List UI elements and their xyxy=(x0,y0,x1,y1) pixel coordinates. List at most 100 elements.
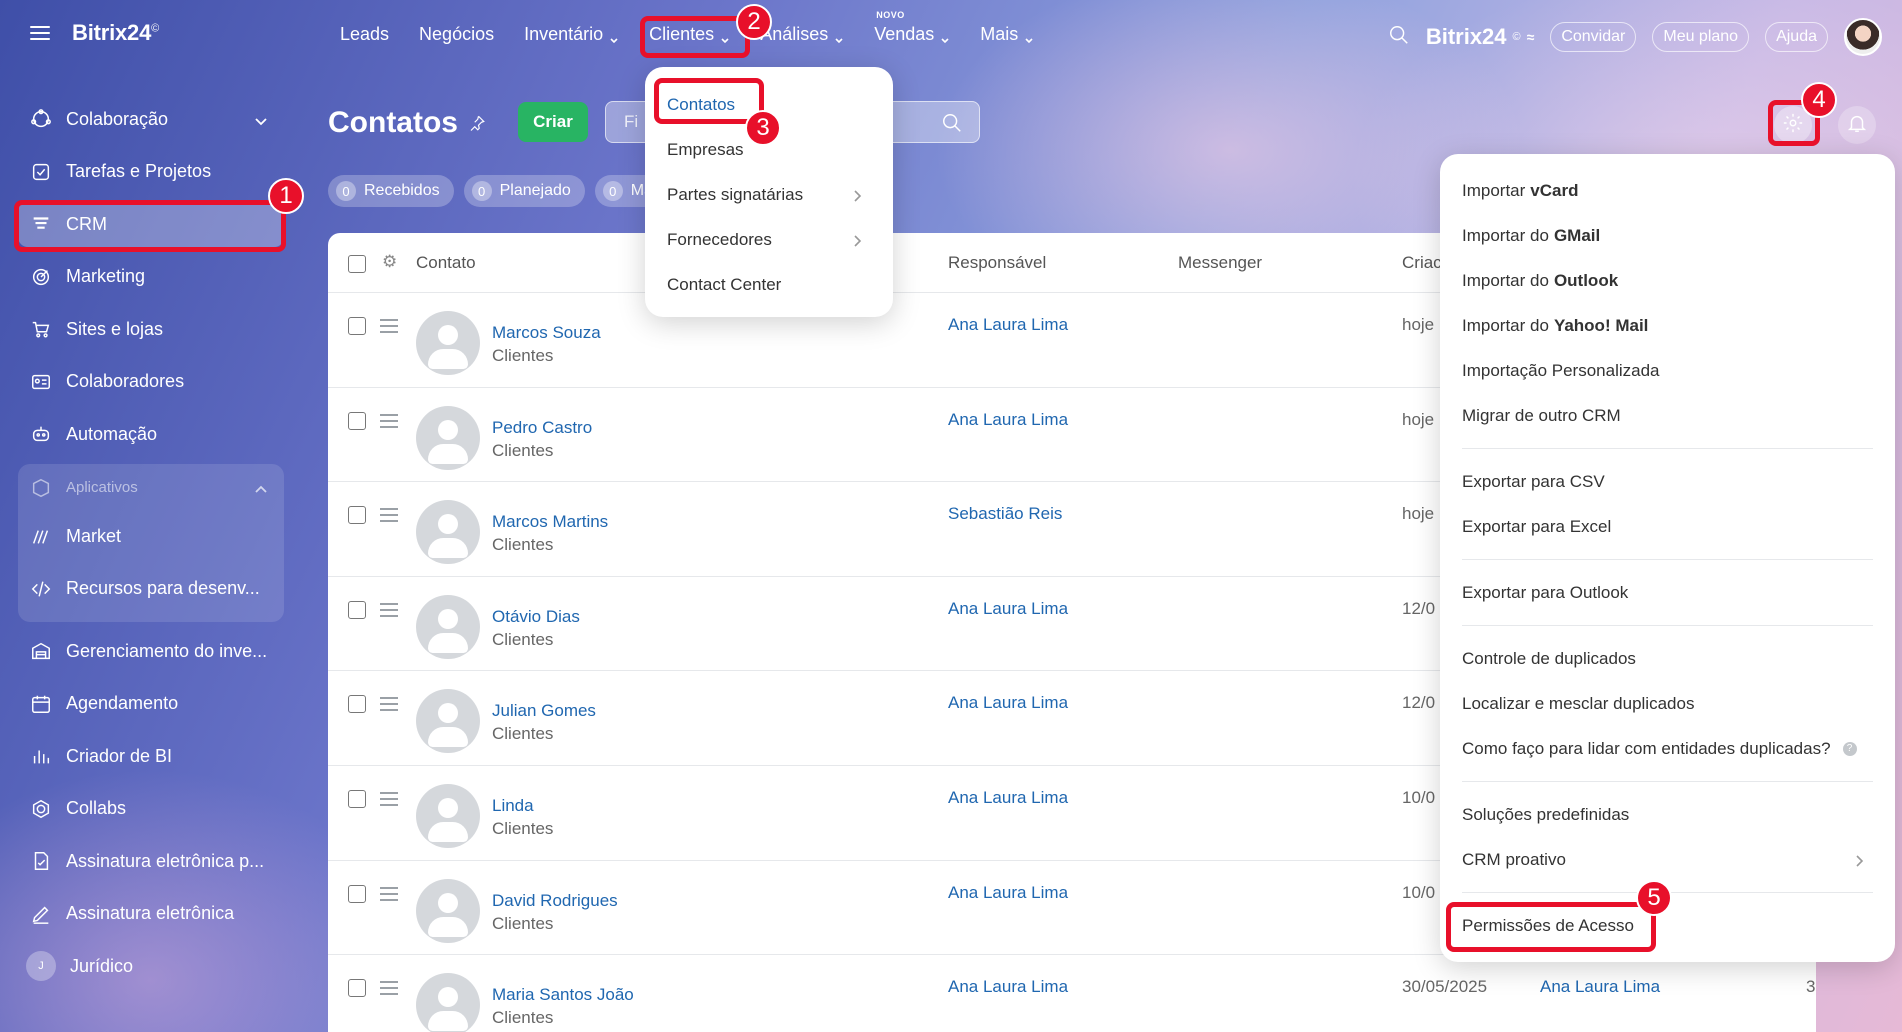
sidebar-item-tarefas[interactable]: Tarefas e Projetos xyxy=(18,149,284,195)
notifications-button[interactable] xyxy=(1838,106,1876,144)
sidebar-item-esign[interactable]: Assinatura eletrônica xyxy=(18,891,284,937)
menu-item-export-csv[interactable]: Exportar para CSV xyxy=(1440,459,1895,504)
row-checkbox[interactable] xyxy=(348,600,366,619)
sidebar-item-agendamento[interactable]: Agendamento xyxy=(18,681,284,727)
help-button[interactable]: Ajuda xyxy=(1765,22,1828,52)
create-button[interactable]: Criar xyxy=(518,102,588,142)
brand-logo-top[interactable]: Bitrix24 © ≈ xyxy=(1426,24,1535,50)
menu-item-import-vcard[interactable]: Importar vCard xyxy=(1440,168,1895,213)
brand-logo[interactable]: Bitrix24© xyxy=(72,20,159,46)
drag-handle-icon[interactable] xyxy=(380,508,398,526)
sidebar-item-collabs[interactable]: Collabs xyxy=(18,786,284,832)
sidebar-item-dev-resources[interactable]: Recursos para desenv... xyxy=(18,566,284,612)
help-icon[interactable]: ? xyxy=(1842,741,1857,756)
menu-item-duplicate-control[interactable]: Controle de duplicados xyxy=(1440,636,1895,681)
menu-item-import-yahoo[interactable]: Importar do Yahoo! Mail xyxy=(1440,303,1895,348)
sidebar-item-colaboradores[interactable]: Colaboradores xyxy=(18,359,284,405)
sidebar-item-bi[interactable]: Criador de BI xyxy=(18,733,284,779)
search-icon[interactable] xyxy=(1388,24,1410,51)
contact-name-link[interactable]: Marcos Souza xyxy=(492,323,601,343)
menu-item-proactive-crm[interactable]: CRM proativo xyxy=(1440,837,1895,882)
row-checkbox[interactable] xyxy=(348,979,366,998)
sidebar-item-automacao[interactable]: Automação xyxy=(18,411,284,457)
tab-vendas[interactable]: NOVO Vendas xyxy=(874,10,950,45)
column-contato[interactable]: Contato xyxy=(416,253,476,273)
drag-handle-icon[interactable] xyxy=(380,413,398,432)
menu-item-export-excel[interactable]: Exportar para Excel xyxy=(1440,504,1895,549)
user-avatar[interactable] xyxy=(1844,18,1882,56)
column-criado[interactable]: Criac xyxy=(1402,253,1442,273)
menu-item-import-outlook[interactable]: Importar do Outlook xyxy=(1440,258,1895,303)
column-responsavel[interactable]: Responsável xyxy=(948,253,1046,273)
contact-name-link[interactable]: Otávio Dias xyxy=(492,607,580,627)
sidebar-apps-header[interactable]: Aplicativos xyxy=(18,468,284,508)
sidebar-item-juridico[interactable]: J Jurídico xyxy=(18,943,284,989)
row-checkbox[interactable] xyxy=(348,695,366,714)
tab-leads[interactable]: Leads xyxy=(340,24,389,45)
menu-item-partes-signatarias[interactable]: Partes signatárias xyxy=(645,172,893,217)
menu-item-find-merge-duplicates[interactable]: Localizar e mesclar duplicados xyxy=(1440,681,1895,726)
responsible-link[interactable]: Ana Laura Lima xyxy=(948,410,1068,430)
sidebar-item-label: Gerenciamento do inve... xyxy=(66,640,268,661)
sidebar-item-marketing[interactable]: Marketing xyxy=(18,254,284,300)
responsible-link[interactable]: Ana Laura Lima xyxy=(948,788,1068,808)
contact-name-link[interactable]: Marcos Martins xyxy=(492,512,608,532)
responsible-link[interactable]: Ana Laura Lima xyxy=(948,315,1068,335)
drag-handle-icon[interactable] xyxy=(380,697,398,715)
pin-icon[interactable] xyxy=(468,106,486,140)
drag-handle-icon[interactable] xyxy=(380,319,398,337)
counter-planejado[interactable]: 0 Planejado xyxy=(463,175,585,207)
responsible-link[interactable]: Ana Laura Lima xyxy=(948,977,1068,997)
drag-handle-icon[interactable] xyxy=(380,791,398,810)
menu-item-predefined-solutions[interactable]: Soluções predefinidas xyxy=(1440,792,1895,837)
sidebar-item-sites[interactable]: Sites e lojas xyxy=(18,306,284,352)
contact-name-link[interactable]: Linda xyxy=(492,796,534,816)
responsible-link[interactable]: Sebastião Reis xyxy=(948,504,1062,524)
tab-inventario[interactable]: Inventário xyxy=(524,24,619,45)
menu-item-custom-import[interactable]: Importação Personalizada xyxy=(1440,348,1895,393)
sidebar-item-colaboracao[interactable]: Colaboração xyxy=(18,96,284,142)
contact-name-link[interactable]: Pedro Castro xyxy=(492,418,592,438)
menu-item-contact-center[interactable]: Contact Center xyxy=(645,262,893,307)
menu-item-duplicates-help[interactable]: Como faço para lidar com entidades dupli… xyxy=(1440,726,1895,771)
drag-handle-icon[interactable] xyxy=(380,886,398,905)
chevron-down-icon[interactable] xyxy=(254,111,268,132)
column-messenger[interactable]: Messenger xyxy=(1178,253,1262,273)
drag-handle-icon[interactable] xyxy=(380,602,398,621)
responsible-link[interactable]: Ana Laura Lima xyxy=(948,883,1068,903)
sidebar-item-inventory[interactable]: Gerenciamento do inve... xyxy=(18,628,284,674)
menu-item-fornecedores[interactable]: Fornecedores xyxy=(645,217,893,262)
sidebar-item-market[interactable]: Market xyxy=(18,514,284,560)
search-icon[interactable] xyxy=(941,112,963,139)
sidebar-item-crm[interactable]: CRM xyxy=(18,201,284,247)
contact-name-link[interactable]: Maria Santos João xyxy=(492,985,634,1005)
contact-name-link[interactable]: David Rodrigues xyxy=(492,891,618,911)
menu-item-migrate-crm[interactable]: Migrar de outro CRM xyxy=(1440,393,1895,438)
my-plan-button[interactable]: Meu plano xyxy=(1652,22,1750,52)
row-checkbox[interactable] xyxy=(348,506,366,525)
row-checkbox[interactable] xyxy=(348,884,366,903)
tab-analises[interactable]: Análises xyxy=(760,24,844,45)
menu-item-import-gmail[interactable]: Importar do GMail xyxy=(1440,213,1895,258)
tab-clientes[interactable]: Clientes xyxy=(649,24,730,45)
chevron-down-icon xyxy=(720,30,730,43)
counter-recebidos[interactable]: 0 Recebidos xyxy=(328,175,454,207)
row-checkbox[interactable] xyxy=(348,411,366,430)
invite-button[interactable]: Convidar xyxy=(1550,22,1637,52)
select-all-checkbox[interactable] xyxy=(348,255,366,273)
sidebar-item-esign-p[interactable]: Assinatura eletrônica p... xyxy=(18,838,284,884)
row-checkbox[interactable] xyxy=(348,789,366,808)
table-row[interactable]: Maria Santos João Clientes Ana Laura Lim… xyxy=(328,955,1816,1032)
responsible-link[interactable]: Ana Laura Lima xyxy=(948,693,1068,713)
menu-icon[interactable] xyxy=(30,26,50,40)
chevron-up-icon[interactable] xyxy=(254,481,268,498)
responsible-link[interactable]: Ana Laura Lima xyxy=(948,599,1068,619)
drag-handle-icon[interactable] xyxy=(380,981,398,999)
tab-mais[interactable]: Mais xyxy=(980,24,1034,45)
modified-by-link[interactable]: Ana Laura Lima xyxy=(1540,977,1660,997)
contact-name-link[interactable]: Julian Gomes xyxy=(492,701,596,721)
tab-negocios[interactable]: Negócios xyxy=(419,24,494,45)
row-checkbox[interactable] xyxy=(348,317,366,335)
column-settings-icon[interactable]: ⚙ xyxy=(382,252,397,272)
menu-item-export-outlook[interactable]: Exportar para Outlook xyxy=(1440,570,1895,615)
